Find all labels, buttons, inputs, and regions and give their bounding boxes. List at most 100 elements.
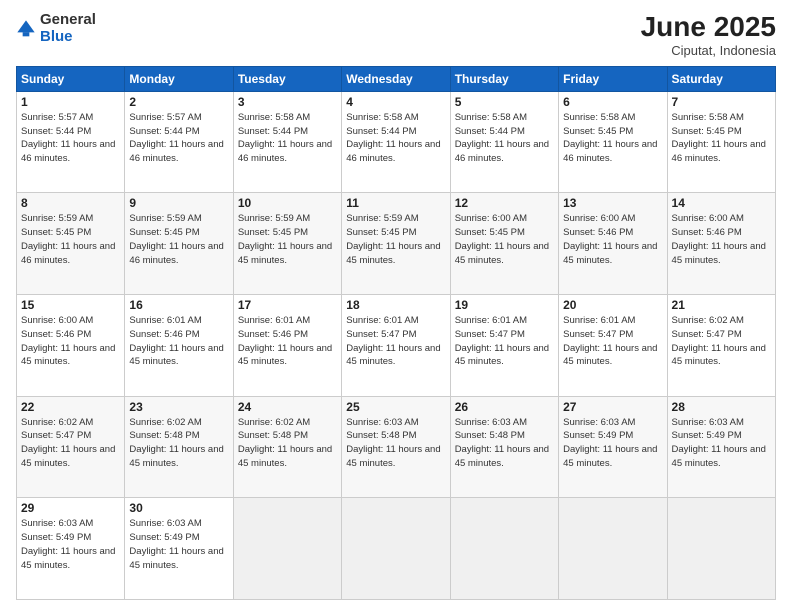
daylight-label: Daylight: 11 hours and 46 minutes. [129, 241, 223, 266]
daylight-label: Daylight: 11 hours and 45 minutes. [346, 241, 440, 266]
sunrise-label: Sunrise: 6:02 AM [238, 417, 310, 428]
sunrise-label: Sunrise: 6:03 AM [346, 417, 418, 428]
day-number: 10 [238, 196, 337, 210]
day-info: Sunrise: 6:00 AM Sunset: 5:46 PM Dayligh… [672, 212, 771, 267]
calendar-cell: 28 Sunrise: 6:03 AM Sunset: 5:49 PM Dayl… [667, 396, 775, 498]
daylight-label: Daylight: 11 hours and 46 minutes. [238, 139, 332, 164]
calendar-cell: 7 Sunrise: 5:58 AM Sunset: 5:45 PM Dayli… [667, 91, 775, 193]
day-number: 14 [672, 196, 771, 210]
calendar-header-friday: Friday [559, 66, 667, 91]
calendar-cell [342, 498, 450, 600]
sunrise-label: Sunrise: 6:01 AM [346, 315, 418, 326]
sunset-label: Sunset: 5:47 PM [455, 329, 525, 340]
sunset-label: Sunset: 5:44 PM [129, 126, 199, 137]
sunrise-label: Sunrise: 6:01 AM [455, 315, 527, 326]
day-number: 21 [672, 298, 771, 312]
sunrise-label: Sunrise: 6:00 AM [563, 213, 635, 224]
day-info: Sunrise: 5:58 AM Sunset: 5:45 PM Dayligh… [672, 111, 771, 166]
day-info: Sunrise: 6:02 AM Sunset: 5:47 PM Dayligh… [21, 416, 120, 471]
calendar-cell: 17 Sunrise: 6:01 AM Sunset: 5:46 PM Dayl… [233, 295, 341, 397]
sunset-label: Sunset: 5:48 PM [455, 430, 525, 441]
calendar-week-row: 22 Sunrise: 6:02 AM Sunset: 5:47 PM Dayl… [17, 396, 776, 498]
day-number: 30 [129, 501, 228, 515]
sunrise-label: Sunrise: 5:59 AM [129, 213, 201, 224]
header: General Blue June 2025 Ciputat, Indonesi… [16, 12, 776, 58]
sunrise-label: Sunrise: 6:00 AM [455, 213, 527, 224]
daylight-label: Daylight: 11 hours and 45 minutes. [21, 444, 115, 469]
calendar-cell: 25 Sunrise: 6:03 AM Sunset: 5:48 PM Dayl… [342, 396, 450, 498]
calendar-cell: 23 Sunrise: 6:02 AM Sunset: 5:48 PM Dayl… [125, 396, 233, 498]
day-number: 3 [238, 95, 337, 109]
daylight-label: Daylight: 11 hours and 45 minutes. [346, 343, 440, 368]
calendar-cell: 19 Sunrise: 6:01 AM Sunset: 5:47 PM Dayl… [450, 295, 558, 397]
calendar-week-row: 8 Sunrise: 5:59 AM Sunset: 5:45 PM Dayli… [17, 193, 776, 295]
daylight-label: Daylight: 11 hours and 45 minutes. [129, 343, 223, 368]
day-number: 13 [563, 196, 662, 210]
daylight-label: Daylight: 11 hours and 45 minutes. [238, 241, 332, 266]
day-info: Sunrise: 5:57 AM Sunset: 5:44 PM Dayligh… [129, 111, 228, 166]
sunset-label: Sunset: 5:44 PM [455, 126, 525, 137]
calendar-cell: 8 Sunrise: 5:59 AM Sunset: 5:45 PM Dayli… [17, 193, 125, 295]
sunrise-label: Sunrise: 5:57 AM [129, 112, 201, 123]
calendar-header-thursday: Thursday [450, 66, 558, 91]
day-info: Sunrise: 5:58 AM Sunset: 5:44 PM Dayligh… [346, 111, 445, 166]
title-block: June 2025 Ciputat, Indonesia [641, 12, 776, 58]
sunrise-label: Sunrise: 5:58 AM [238, 112, 310, 123]
sunrise-label: Sunrise: 5:58 AM [563, 112, 635, 123]
sunrise-label: Sunrise: 6:01 AM [238, 315, 310, 326]
sunset-label: Sunset: 5:46 PM [238, 329, 308, 340]
sunset-label: Sunset: 5:44 PM [238, 126, 308, 137]
day-number: 15 [21, 298, 120, 312]
sunrise-label: Sunrise: 6:02 AM [129, 417, 201, 428]
day-info: Sunrise: 6:03 AM Sunset: 5:49 PM Dayligh… [563, 416, 662, 471]
day-info: Sunrise: 6:03 AM Sunset: 5:48 PM Dayligh… [455, 416, 554, 471]
calendar-cell: 18 Sunrise: 6:01 AM Sunset: 5:47 PM Dayl… [342, 295, 450, 397]
day-info: Sunrise: 6:03 AM Sunset: 5:49 PM Dayligh… [21, 517, 120, 572]
sunrise-label: Sunrise: 5:58 AM [455, 112, 527, 123]
calendar-cell: 24 Sunrise: 6:02 AM Sunset: 5:48 PM Dayl… [233, 396, 341, 498]
sunrise-label: Sunrise: 6:03 AM [21, 518, 93, 529]
day-number: 9 [129, 196, 228, 210]
calendar-header-row: SundayMondayTuesdayWednesdayThursdayFrid… [17, 66, 776, 91]
daylight-label: Daylight: 11 hours and 46 minutes. [563, 139, 657, 164]
calendar-cell: 2 Sunrise: 5:57 AM Sunset: 5:44 PM Dayli… [125, 91, 233, 193]
daylight-label: Daylight: 11 hours and 45 minutes. [346, 444, 440, 469]
daylight-label: Daylight: 11 hours and 45 minutes. [455, 444, 549, 469]
daylight-label: Daylight: 11 hours and 45 minutes. [129, 546, 223, 571]
day-number: 1 [21, 95, 120, 109]
day-info: Sunrise: 6:02 AM Sunset: 5:48 PM Dayligh… [129, 416, 228, 471]
sunrise-label: Sunrise: 6:02 AM [21, 417, 93, 428]
calendar-cell: 10 Sunrise: 5:59 AM Sunset: 5:45 PM Dayl… [233, 193, 341, 295]
day-number: 28 [672, 400, 771, 414]
sunrise-label: Sunrise: 5:59 AM [21, 213, 93, 224]
sunrise-label: Sunrise: 6:02 AM [672, 315, 744, 326]
calendar-week-row: 15 Sunrise: 6:00 AM Sunset: 5:46 PM Dayl… [17, 295, 776, 397]
calendar-cell: 14 Sunrise: 6:00 AM Sunset: 5:46 PM Dayl… [667, 193, 775, 295]
day-number: 29 [21, 501, 120, 515]
sunset-label: Sunset: 5:45 PM [563, 126, 633, 137]
sunrise-label: Sunrise: 5:58 AM [346, 112, 418, 123]
daylight-label: Daylight: 11 hours and 45 minutes. [563, 241, 657, 266]
day-info: Sunrise: 6:03 AM Sunset: 5:49 PM Dayligh… [672, 416, 771, 471]
day-number: 25 [346, 400, 445, 414]
logo: General Blue [16, 12, 96, 45]
sunset-label: Sunset: 5:46 PM [21, 329, 91, 340]
day-number: 23 [129, 400, 228, 414]
day-info: Sunrise: 6:03 AM Sunset: 5:49 PM Dayligh… [129, 517, 228, 572]
day-number: 27 [563, 400, 662, 414]
calendar-cell: 13 Sunrise: 6:00 AM Sunset: 5:46 PM Dayl… [559, 193, 667, 295]
calendar-cell: 5 Sunrise: 5:58 AM Sunset: 5:44 PM Dayli… [450, 91, 558, 193]
day-info: Sunrise: 6:01 AM Sunset: 5:46 PM Dayligh… [238, 314, 337, 369]
sunset-label: Sunset: 5:46 PM [129, 329, 199, 340]
calendar-cell [233, 498, 341, 600]
calendar-cell: 22 Sunrise: 6:02 AM Sunset: 5:47 PM Dayl… [17, 396, 125, 498]
sunset-label: Sunset: 5:47 PM [346, 329, 416, 340]
day-number: 4 [346, 95, 445, 109]
calendar-header-sunday: Sunday [17, 66, 125, 91]
calendar-cell: 1 Sunrise: 5:57 AM Sunset: 5:44 PM Dayli… [17, 91, 125, 193]
day-info: Sunrise: 6:00 AM Sunset: 5:46 PM Dayligh… [21, 314, 120, 369]
logo-general: General [40, 12, 96, 29]
sunset-label: Sunset: 5:45 PM [21, 227, 91, 238]
daylight-label: Daylight: 11 hours and 46 minutes. [129, 139, 223, 164]
sunset-label: Sunset: 5:49 PM [563, 430, 633, 441]
